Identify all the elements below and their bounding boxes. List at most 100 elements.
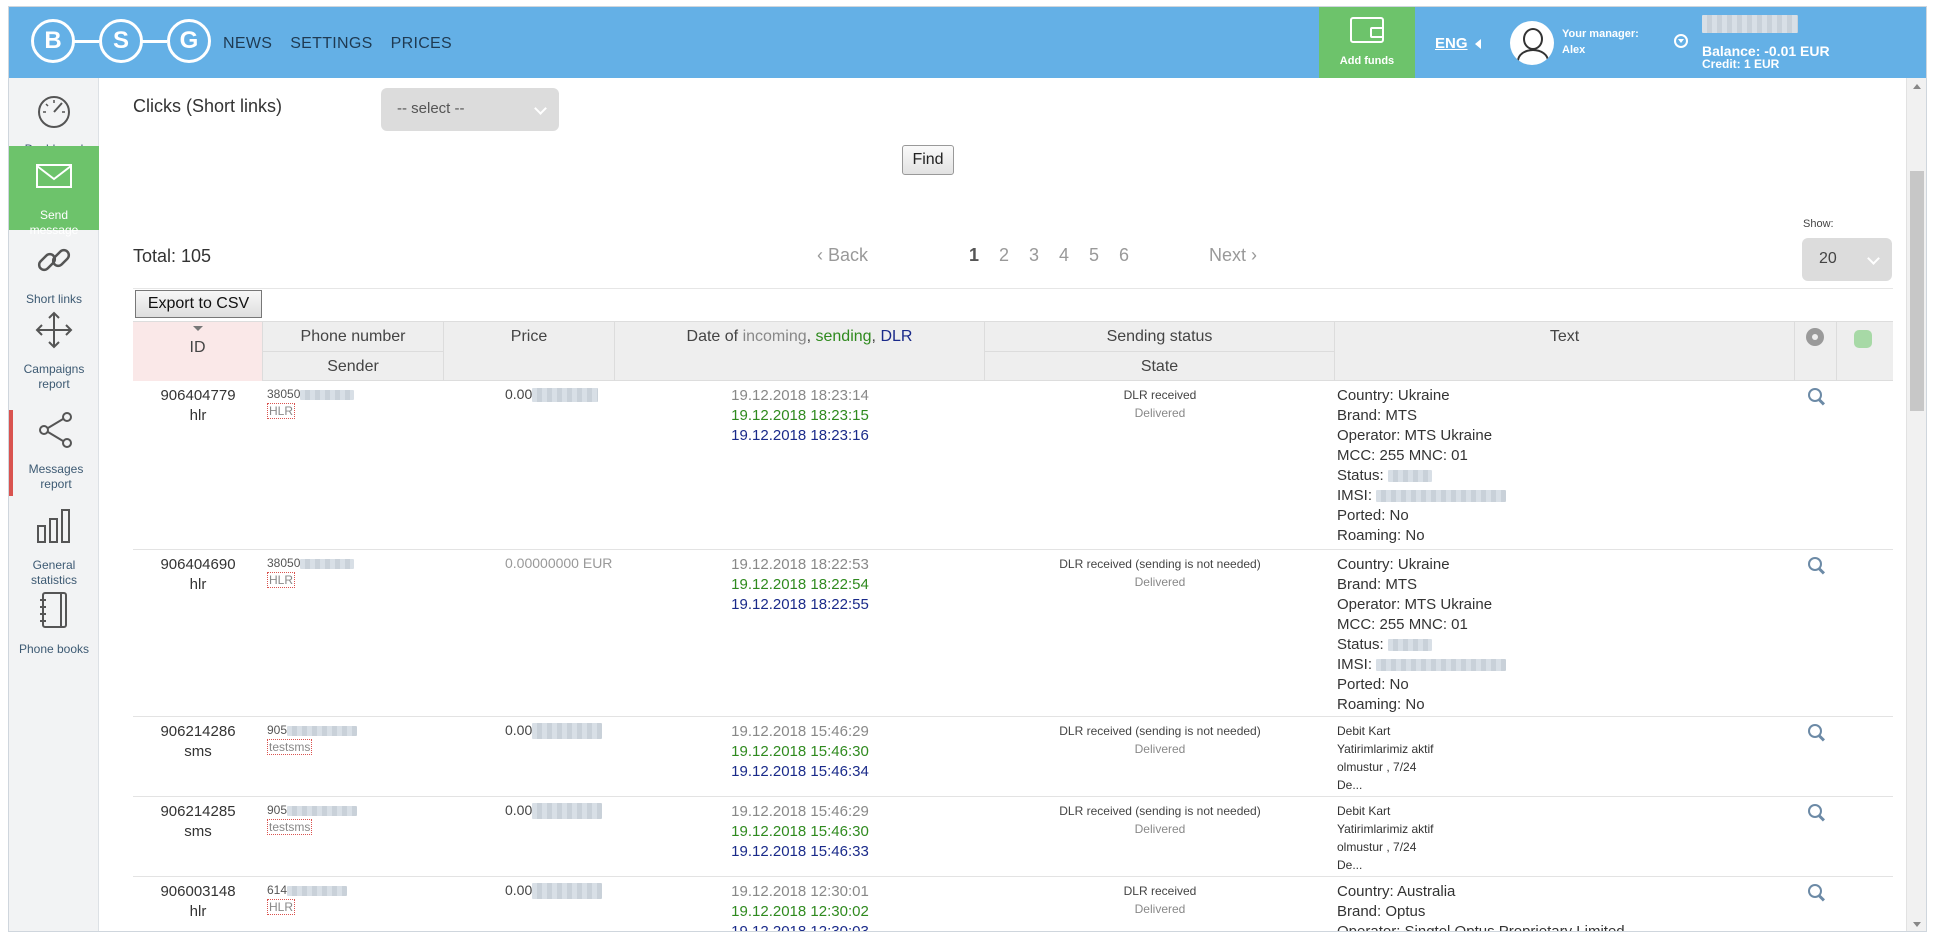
text-line: Country: Ukraine [1337,556,1450,573]
sidebar-item-general-statistics[interactable]: General statistics [9,506,99,587]
status-indicator-icon[interactable] [1854,330,1872,348]
scroll-up-icon[interactable] [1913,84,1921,89]
account-dropdown-icon[interactable] [1674,34,1688,48]
column-header-sending-status[interactable]: Sending status [985,322,1334,352]
sidebar-item-messages-report[interactable]: Messages report [9,410,99,496]
sending-status: DLR received (sending is not needed) [1059,804,1261,818]
redacted-value [1376,490,1507,503]
column-header-state[interactable]: State [985,352,1334,381]
sort-desc-icon [193,326,203,331]
bsg-logo[interactable]: B S G [31,19,211,67]
view-details-button[interactable] [1807,723,1829,745]
nav-settings[interactable]: SETTINGS [290,35,372,53]
message-id: 906404690 [160,556,236,573]
column-settings [1795,322,1837,381]
sidebar-item-send-message[interactable]: Send message [9,146,99,237]
table-row[interactable]: 906404779 hlr 38050 HLR 0.00 19.12.2018 … [133,381,1893,550]
delivery-state: Delivered [1134,575,1186,589]
pager-back-button[interactable]: ‹ Back [817,245,868,266]
manager-avatar [1510,21,1554,65]
text-line: Operator: MTS Ukraine [1337,596,1493,613]
language-selector[interactable]: ENG [1435,35,1468,52]
sidebar: Dashboard Send message Short links [9,78,99,931]
caret-left-icon[interactable] [1475,39,1481,49]
text-line: Country: Ukraine [1337,387,1450,404]
text-line: MCC: 255 MNC: 01 [1337,447,1468,464]
add-funds-label: Add funds [1339,55,1395,67]
date-header-prefix: Date of [686,328,739,345]
date-cell: 19.12.2018 18:23:14 19.12.2018 18:23:15 … [615,386,985,446]
gear-icon[interactable] [1806,328,1824,346]
manager-info: Your manager: Alex [1562,26,1639,58]
nav-prices[interactable]: PRICES [391,35,452,53]
table-row[interactable]: 906003148 hlr 614 HLR 0.00 19.12.2018 12… [133,877,1893,931]
date-cell: 19.12.2018 12:30:01 19.12.2018 12:30:02 … [615,882,985,931]
page-link[interactable]: 3 [1019,245,1049,266]
view-details-button[interactable] [1807,387,1829,409]
sidebar-item-short-links[interactable]: Short links [9,240,99,306]
page-link[interactable]: 1 [959,245,989,266]
redacted-phone [287,885,348,896]
sidebar-item-campaigns-report[interactable]: Campaigns report [9,310,99,391]
redacted-price [532,803,603,820]
find-button[interactable]: Find [902,145,954,175]
export-csv-button[interactable]: Export to CSV [135,290,262,318]
top-nav: NEWS SETTINGS PRICES [223,35,452,53]
sender-tag: HLR [267,572,296,588]
text-line: Debit Kart [1337,724,1391,738]
view-details-button[interactable] [1807,883,1829,905]
view-details-button[interactable] [1807,803,1829,825]
page-link[interactable]: 2 [989,245,1019,266]
text-line: Roaming: No [1337,527,1425,544]
page-link[interactable]: 6 [1109,245,1139,266]
column-header-id[interactable]: ID [133,322,263,381]
text-line: Status: [1337,636,1384,653]
view-details-button[interactable] [1807,556,1829,578]
sidebar-item-dashboard[interactable]: Dashboard [9,90,99,156]
date-incoming: 19.12.2018 12:30:01 [731,883,869,900]
scrollbar-thumb[interactable] [1910,171,1924,411]
nav-news[interactable]: NEWS [223,35,272,53]
message-type: sms [184,743,212,760]
scroll-down-icon[interactable] [1913,922,1921,927]
page-link[interactable]: 5 [1079,245,1109,266]
table-row[interactable]: 906404690 hlr 38050 HLR 0.00000000 EUR 1… [133,550,1893,717]
clicks-filter-label: Clicks (Short links) [133,96,283,116]
date-cell: 19.12.2018 15:46:29 19.12.2018 15:46:30 … [615,802,985,862]
column-header-price[interactable]: Price [444,322,615,381]
text-line: Yatirimlarimiz aktif [1337,742,1434,756]
text-line: Yatirimlarimiz aktif [1337,822,1434,836]
pager-back-label: Back [828,245,869,265]
text-line: Debit Kart [1337,804,1391,818]
show-count-select[interactable]: 20 [1802,238,1892,281]
table-row[interactable]: 906214286 sms 905 testsms 0.00 19.12.201… [133,717,1893,797]
redacted-value [1387,470,1432,483]
date-incoming: 19.12.2018 15:46:29 [731,723,869,740]
price-cell: 0.00 [505,802,615,820]
date-dlr: 19.12.2018 15:46:33 [731,843,869,860]
price-value: 0.00 [505,882,533,898]
pager-pages: 1 2 3 4 5 6 [959,245,1139,266]
text-cell: Debit Kart Yatirimlarimiz aktif olmustur… [1337,722,1793,794]
status-cell: DLR received (sending is not needed) Del… [985,555,1335,591]
column-header-phone-number[interactable]: Phone number [263,322,443,352]
phone-number: 905 [267,803,288,817]
page-link[interactable]: 4 [1049,245,1079,266]
clicks-select[interactable]: -- select -- [381,88,559,131]
date-cell: 19.12.2018 18:22:53 19.12.2018 18:22:54 … [615,555,985,615]
column-header-text[interactable]: Text [1335,322,1795,381]
text-line: Ported: No [1337,676,1409,693]
sidebar-item-phone-books[interactable]: Phone books [9,590,99,660]
message-type: hlr [189,903,207,920]
pager-next-button[interactable]: Next › [1209,245,1257,266]
search-icon [1807,723,1827,743]
column-header-sender[interactable]: Sender [263,352,443,381]
link-icon [37,248,71,272]
total-count: Total: 105 [133,246,212,266]
table-header: ID Phone number Sender Price Date of inc… [133,321,1893,381]
add-funds-button[interactable]: Add funds [1319,7,1415,78]
table-row[interactable]: 906214285 sms 905 testsms 0.00 19.12.201… [133,797,1893,877]
column-header-date[interactable]: Date of incoming, sending, DLR [615,322,985,381]
vertical-scrollbar[interactable] [1906,78,1926,931]
redacted-phone [287,725,358,736]
